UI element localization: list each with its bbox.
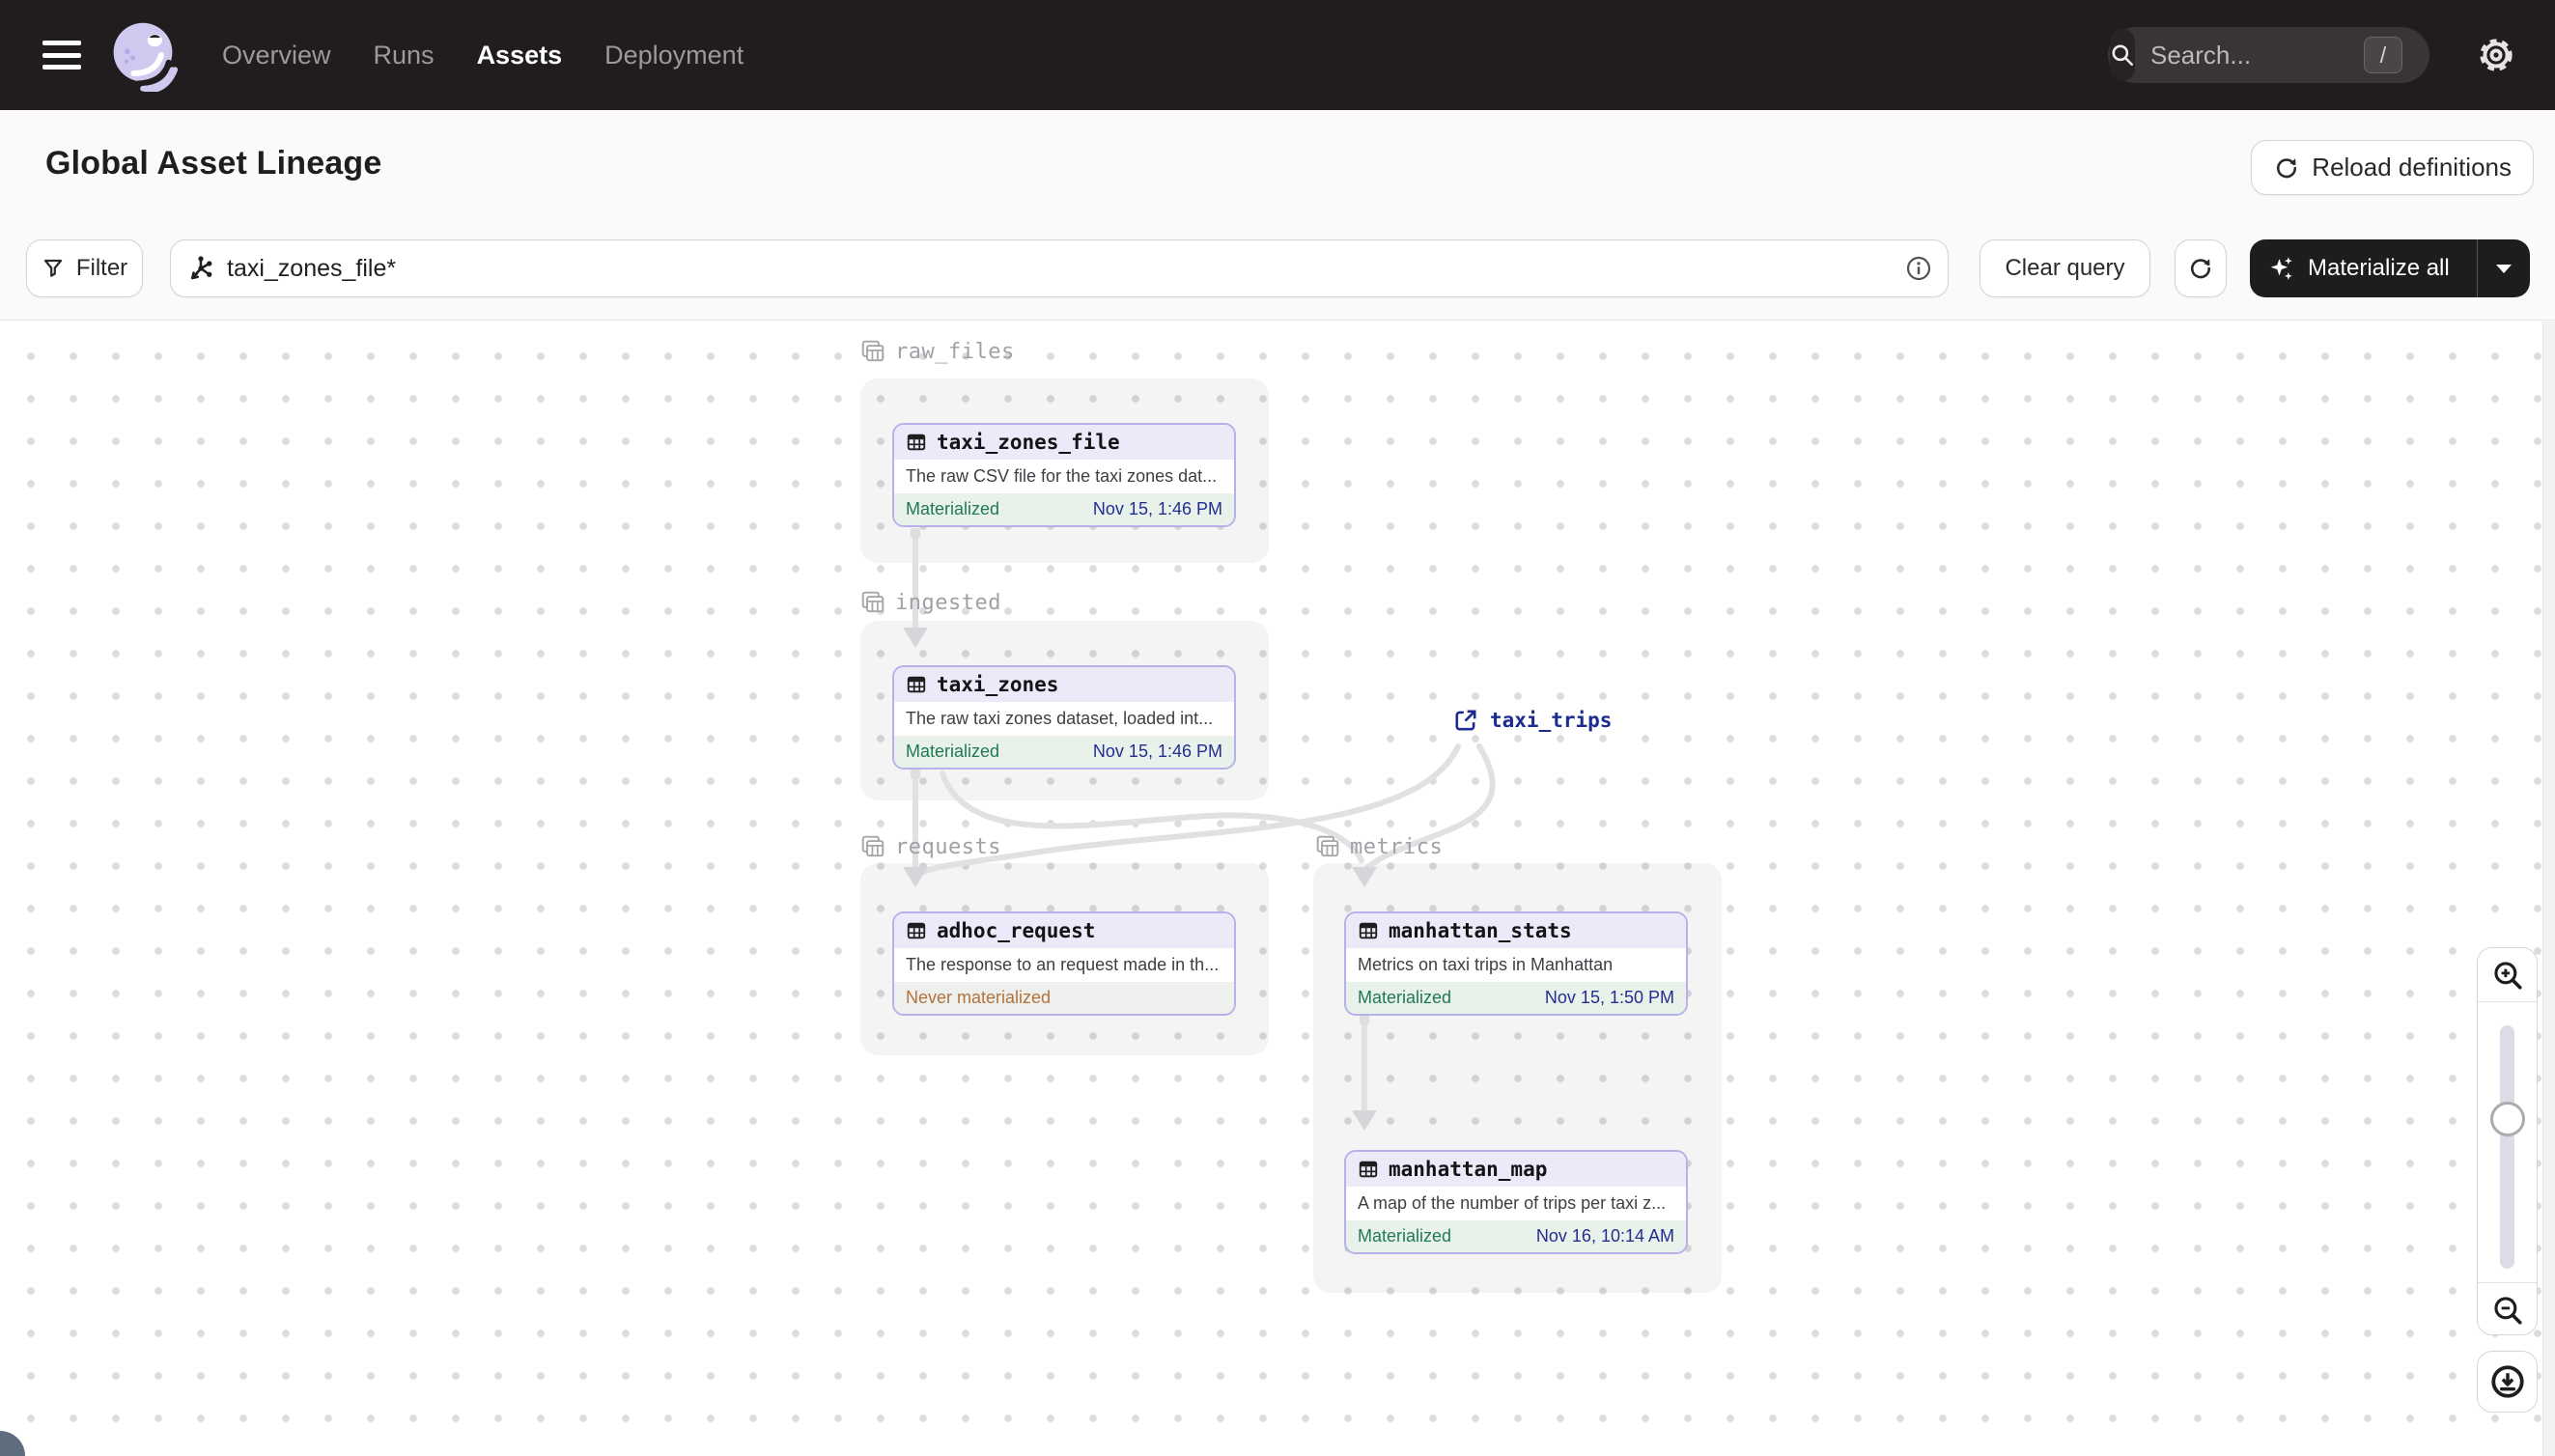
group-table-icon: [861, 591, 884, 613]
asset-description: A map of the number of trips per taxi z.…: [1358, 1193, 1667, 1213]
clear-query-button[interactable]: Clear query: [1979, 239, 2150, 297]
asset-description: The raw taxi zones dataset, loaded int..…: [906, 709, 1214, 728]
asset-node-manhattan_map[interactable]: manhattan_map A map of the number of tri…: [1344, 1150, 1688, 1254]
group-label-metrics[interactable]: metrics: [1315, 834, 1443, 859]
search-icon: [2110, 29, 2135, 81]
asset-description: The raw CSV file for the taxi zones dat.…: [906, 466, 1218, 486]
materialization-timestamp[interactable]: Nov 15, 1:50 PM: [1545, 988, 1674, 1008]
lineage-canvas[interactable]: raw_files ingested requests metrics taxi…: [0, 322, 2555, 1456]
materialize-all-split-button: Materialize all: [2250, 239, 2530, 297]
status-badge: Materialized: [906, 742, 1000, 761]
zoom-slider-track[interactable]: [2500, 1025, 2514, 1269]
reload-definitions-button[interactable]: Reload definitions: [2251, 140, 2534, 195]
refresh-button[interactable]: [2175, 239, 2227, 297]
refresh-icon: [2191, 259, 2211, 279]
asset-node-taxi_zones_file[interactable]: taxi_zones_file The raw CSV file for the…: [892, 423, 1236, 527]
external-link-icon: [1455, 710, 1476, 731]
query-info-icon[interactable]: [1905, 255, 1932, 282]
page-title: Global Asset Lineage: [45, 145, 382, 182]
nav-deployment[interactable]: Deployment: [604, 41, 744, 70]
asset-name: adhoc_request: [937, 919, 1096, 942]
group-table-icon: [861, 835, 884, 857]
dagster-logo-icon[interactable]: [106, 18, 180, 92]
table-icon: [907, 434, 926, 451]
status-badge: Never materialized: [906, 988, 1052, 1007]
asset-name: manhattan_stats: [1389, 919, 1572, 942]
search-shortcut-badge: /: [2364, 37, 2402, 73]
asset-node-adhoc_request[interactable]: adhoc_request The response to an request…: [892, 911, 1236, 1016]
materialize-all-button[interactable]: Materialize all: [2250, 254, 2477, 283]
zoom-slider-handle[interactable]: [2490, 1102, 2525, 1136]
materialization-timestamp[interactable]: Nov 15, 1:46 PM: [1093, 742, 1222, 762]
asset-node-manhattan_stats[interactable]: manhattan_stats Metrics on taxi trips in…: [1344, 911, 1688, 1016]
asset-selection-input[interactable]: taxi_zones_file*: [170, 239, 1949, 297]
group-table-icon: [861, 340, 884, 362]
materialization-timestamp[interactable]: Nov 16, 10:14 AM: [1536, 1226, 1674, 1246]
search-input[interactable]: [2135, 40, 2474, 70]
asset-selection-value: taxi_zones_file*: [227, 254, 397, 282]
nav-assets[interactable]: Assets: [477, 41, 563, 70]
menu-icon[interactable]: [42, 41, 81, 70]
asset-name: taxi_zones: [937, 673, 1059, 696]
settings-gear-icon[interactable]: [2476, 35, 2516, 75]
status-badge: Materialized: [1358, 988, 1452, 1007]
table-icon: [1359, 1161, 1378, 1178]
vertical-scrollbar[interactable]: [2542, 322, 2555, 1456]
zoom-in-button[interactable]: [2478, 948, 2537, 1002]
nav-overview[interactable]: Overview: [222, 41, 331, 70]
table-icon: [907, 676, 926, 693]
download-image-button[interactable]: [2477, 1351, 2538, 1413]
download-icon: [2490, 1365, 2524, 1398]
materialization-timestamp[interactable]: Nov 15, 1:46 PM: [1093, 499, 1222, 519]
zoom-controls: [2477, 947, 2538, 1335]
reload-icon: [2277, 157, 2297, 178]
asset-description: The response to an request made in th...: [906, 955, 1220, 974]
page-header: Global Asset Lineage Reload definitions …: [0, 110, 2555, 321]
chevron-down-icon: [2496, 264, 2512, 273]
top-nav: Overview Runs Assets Deployment /: [0, 0, 2555, 110]
asset-description: Metrics on taxi trips in Manhattan: [1358, 955, 1614, 974]
materialize-options-button[interactable]: [2478, 264, 2530, 273]
filter-icon: [43, 259, 62, 277]
status-badge: Materialized: [1358, 1226, 1452, 1246]
external-asset-taxi_trips[interactable]: taxi_trips: [1453, 708, 1612, 733]
asset-name: manhattan_map: [1389, 1158, 1548, 1181]
lineage-edges: [903, 528, 1496, 1131]
table-icon: [907, 922, 926, 939]
group-label-raw-files[interactable]: raw_files: [860, 339, 1015, 364]
zoom-in-icon: [2493, 961, 2522, 990]
status-badge: Materialized: [906, 499, 1000, 518]
op-selector-icon: [191, 256, 212, 280]
group-table-icon: [1316, 835, 1339, 857]
filter-button[interactable]: Filter: [26, 239, 143, 297]
nav-runs[interactable]: Runs: [374, 41, 435, 70]
zoom-out-icon: [2493, 1296, 2522, 1325]
primary-nav: Overview Runs Assets Deployment: [222, 41, 744, 70]
group-label-requests[interactable]: requests: [860, 834, 1001, 859]
table-icon: [1359, 922, 1378, 939]
sparkle-icon: [2270, 257, 2292, 280]
asset-name: taxi_zones_file: [937, 431, 1120, 454]
global-search[interactable]: /: [2108, 27, 2474, 83]
group-label-ingested[interactable]: ingested: [860, 590, 1001, 615]
corner-button-partial: [0, 1431, 25, 1456]
zoom-out-button[interactable]: [2478, 1282, 2537, 1336]
asset-node-taxi_zones[interactable]: taxi_zones The raw taxi zones dataset, l…: [892, 665, 1236, 770]
